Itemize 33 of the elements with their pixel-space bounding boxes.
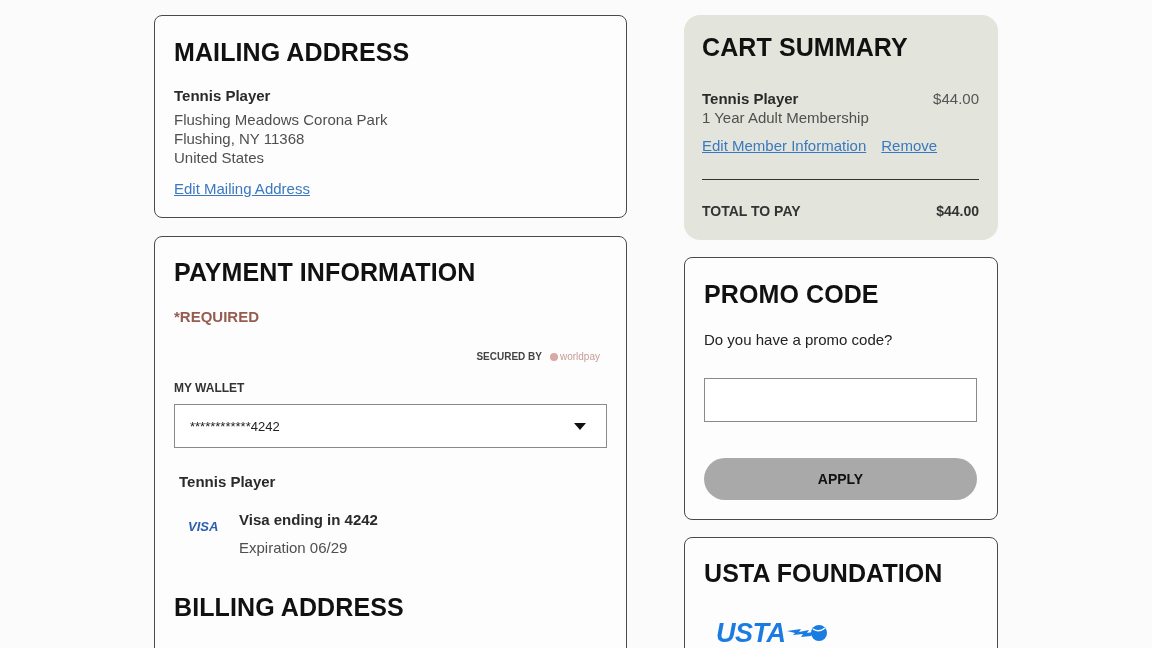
wallet-select[interactable]: ************4242 [174,404,607,448]
recipient-name: Tennis Player [174,86,271,105]
secured-by-label: SECURED BY [476,350,542,364]
section-title: PROMO CODE [704,279,879,310]
section-title: CART SUMMARY [702,32,909,63]
cart-item-link[interactable]: Remove [881,136,938,155]
caret-icon [574,422,586,430]
payment-provider-logo: worldpay [559,350,600,364]
address-line: Flushing Meadows Corona Park [174,110,388,129]
address-line: United States [174,148,266,167]
total-label: TOTAL TO PAY [702,202,801,220]
card-description: Visa ending in 4242 [239,510,378,529]
required-note: *REQUIRED [174,307,259,326]
promo-code-input[interactable] [704,378,977,422]
section-title: BILLING ADDRESS [174,592,404,623]
section-title: PAYMENT INFORMATION [174,257,476,288]
section-title: MAILING ADDRESS [174,37,410,68]
field-label: MY WALLET [174,381,245,396]
total-amount: $44.00 [936,202,979,220]
promo-prompt: Do you have a promo code? [704,330,893,349]
edit-mailing-address-link[interactable]: Edit Mailing Address [174,179,310,198]
card-brand-logo: VISA [188,520,220,533]
member-name: Tennis Player [702,89,799,108]
logo-wordmark: USTA [716,619,786,647]
round-logo-icon [549,353,558,361]
cart-item-link[interactable]: Edit Member Information [702,136,867,155]
product-name: 1 Year Adult Membership [702,108,869,127]
item-price: $44.00 [933,89,979,108]
card-expiration: Expiration 06/29 [239,538,349,557]
section-title: USTA FOUNDATION [704,558,943,589]
cardholder-name: Tennis Player [179,472,276,491]
flaming-ball-icon [786,623,827,643]
address-line: Flushing, NY 11368 [174,129,306,148]
